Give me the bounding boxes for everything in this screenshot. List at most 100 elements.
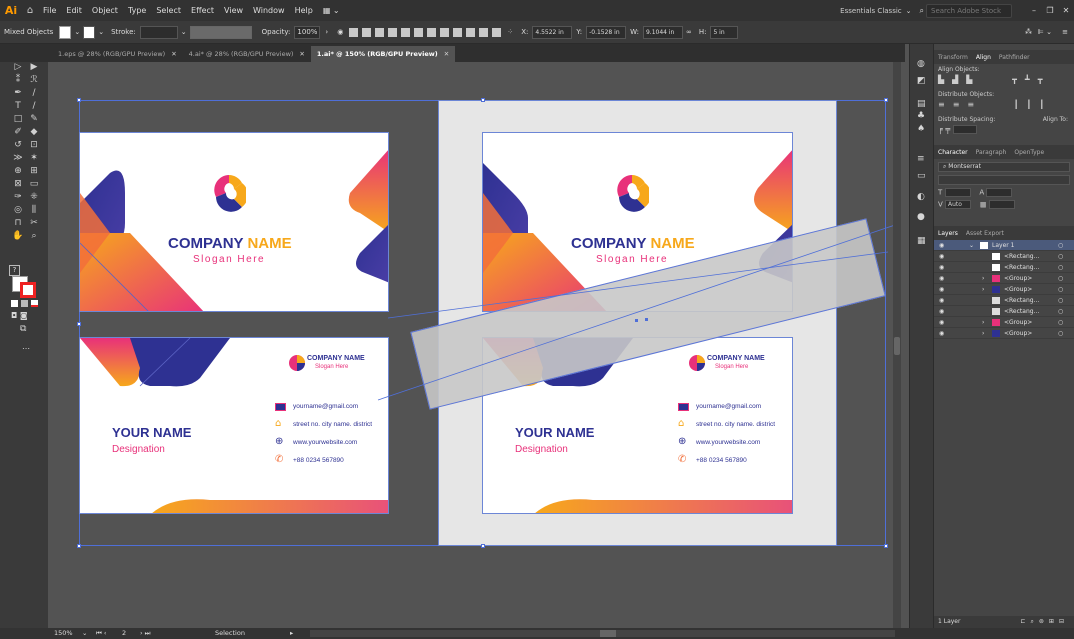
workspace-switcher[interactable]: Essentials Classic (840, 7, 901, 15)
tab-4ai[interactable]: 4.ai* @ 28% (RGB/GPU Preview) ✕ (183, 46, 311, 62)
align-left-icon[interactable] (349, 27, 359, 37)
target-icon[interactable]: ○ (1058, 284, 1063, 295)
reference-point-icon[interactable]: ⁘ (507, 28, 513, 36)
width-tool-icon[interactable]: ≫ (12, 153, 24, 163)
home-icon[interactable]: ⌂ (22, 5, 38, 16)
layer-row[interactable]: ◉ <Rectang... ○ (934, 262, 1074, 273)
target-icon[interactable]: ○ (1058, 317, 1063, 328)
resize-handle[interactable] (481, 544, 485, 548)
align-right-icon[interactable] (375, 27, 385, 37)
line-tool-icon[interactable]: / (28, 101, 40, 111)
font-style-field[interactable] (938, 175, 1070, 185)
chevron-right-icon[interactable]: › (982, 317, 984, 328)
graphic-styles-icon[interactable]: ♠ (917, 124, 925, 134)
resize-handle[interactable] (77, 544, 81, 548)
shape-builder-tool-icon[interactable]: ⊕ (12, 166, 24, 176)
horizontal-scrollbar[interactable] (310, 630, 895, 637)
eraser-tool-icon[interactable]: ◆ (28, 127, 40, 137)
selection-tool-icon[interactable]: ▷ (12, 62, 24, 72)
mesh-tool-icon[interactable]: ⊠ (12, 179, 24, 189)
gradient-tool-icon[interactable]: ▭ (28, 179, 40, 189)
tab-transform[interactable]: Transform (934, 54, 972, 61)
layer-row[interactable]: ◉ <Rectang... ○ (934, 251, 1074, 262)
kerning-field[interactable]: Auto (945, 200, 972, 209)
rectangle-tool-icon[interactable]: □ (12, 114, 24, 124)
layer-row[interactable]: ◉ <Rectang... ○ (934, 295, 1074, 306)
chevron-right-icon[interactable]: › (982, 273, 984, 284)
layer-actions-icons[interactable]: ⊏⌕⊚⊞⊟ (1021, 616, 1069, 628)
distribute-middle-icon[interactable] (440, 27, 450, 37)
appearance-icon[interactable]: ◐ (917, 192, 925, 202)
chevron-down-icon[interactable]: ⌄ (906, 7, 912, 15)
leading-field[interactable] (988, 200, 1015, 209)
business-card-front-left[interactable]: COMPANY NAME Slogan Here (79, 132, 389, 312)
layer-row[interactable]: ◉ › <Group> ○ (934, 284, 1074, 295)
menu-select[interactable]: Select (151, 6, 186, 15)
image-trace-icon[interactable]: ◩ (917, 76, 926, 86)
layer-row[interactable]: ◉ › <Group> ○ (934, 328, 1074, 339)
artboards-icon[interactable]: ▦ (917, 236, 926, 246)
font-family-field[interactable]: ⌕ Montserrat (938, 162, 1070, 172)
tab-1eps[interactable]: 1.eps @ 28% (RGB/GPU Preview) ✕ (52, 46, 183, 62)
next-artboard-icon[interactable]: › ⏭ (140, 628, 151, 639)
menu-file[interactable]: File (38, 6, 61, 15)
tab-align[interactable]: Align (972, 54, 995, 61)
h-field[interactable]: 5 in (710, 25, 739, 39)
perspective-grid-tool-icon[interactable]: ⊞ (28, 166, 40, 176)
distribute-left-icon[interactable] (466, 27, 476, 37)
artboard-number[interactable]: 2 (122, 628, 126, 639)
menu-view[interactable]: View (219, 6, 248, 15)
eye-icon[interactable]: ◉ (939, 251, 944, 262)
hand-tool-icon[interactable]: ✋ (12, 231, 24, 241)
first-artboard-icon[interactable]: ⏮ ‹ (96, 628, 107, 639)
arrange-documents-icon[interactable]: ▦ ⌄ (318, 6, 345, 15)
chevron-right-icon[interactable]: › (982, 328, 984, 339)
menu-help[interactable]: Help (290, 6, 318, 15)
chevron-right-icon[interactable]: › (325, 28, 328, 36)
blend-tool-icon[interactable]: ⁜ (28, 192, 40, 202)
eye-icon[interactable]: ◉ (939, 284, 944, 295)
resize-handle[interactable] (77, 98, 81, 102)
layer-row[interactable]: ◉ <Rectang... ○ (934, 306, 1074, 317)
tab-paragraph[interactable]: Paragraph (972, 149, 1011, 156)
symbols-icon[interactable]: ♣ (917, 111, 925, 121)
properties-icon[interactable]: ≡ (917, 154, 925, 164)
tab-asset-export[interactable]: Asset Export (962, 230, 1008, 237)
more-tools-icon[interactable]: ⋯ (22, 344, 30, 353)
distribute-bottom-icon[interactable] (453, 27, 463, 37)
none-mode-icon[interactable] (31, 300, 38, 307)
target-icon[interactable]: ○ (1058, 251, 1063, 262)
target-icon[interactable]: ○ (1058, 328, 1063, 339)
stroke-color-icon[interactable] (20, 282, 36, 298)
shaper-tool-icon[interactable]: ✐ (12, 127, 24, 137)
brushes-icon[interactable]: ▤ (917, 99, 926, 109)
y-field[interactable]: -0.1528 in (586, 25, 627, 39)
menu-icon[interactable]: ≡ (1062, 28, 1068, 36)
x-field[interactable]: 4.5522 in (532, 25, 573, 39)
edit-toolbar-icon[interactable]: ? (9, 265, 20, 276)
target-icon[interactable]: ○ (1058, 273, 1063, 284)
layer-row[interactable]: ◉ ⌄ Layer 1 ○ (934, 240, 1074, 251)
canvas[interactable]: COMPANY NAME Slogan Here COMPANY NAME Sl… (48, 62, 901, 628)
scale-tool-icon[interactable]: ⊡ (28, 140, 40, 150)
fill-swatch[interactable] (59, 25, 72, 39)
stroke-swatch[interactable] (83, 25, 96, 39)
zoom-tool-icon[interactable]: ⌕ (28, 231, 40, 241)
target-icon[interactable]: ○ (1058, 240, 1063, 251)
resize-handle[interactable] (481, 98, 485, 102)
layer-row[interactable]: ◉ › <Group> ○ (934, 317, 1074, 328)
chevron-down-icon[interactable]: ⌄ (82, 628, 87, 639)
eye-icon[interactable]: ◉ (939, 306, 944, 317)
panel-menu-icon[interactable]: ⊫ ⌄ (1038, 28, 1052, 36)
recolor-icon[interactable]: ◉ (337, 28, 343, 36)
target-icon[interactable]: ○ (1058, 295, 1063, 306)
draw-mode-icon[interactable]: ◘ ◙ (11, 311, 28, 320)
opacity-field[interactable]: 100% (294, 25, 321, 39)
layer-row[interactable]: ◉ › <Group> ○ (934, 273, 1074, 284)
lasso-tool-icon[interactable]: ℛ (28, 75, 40, 85)
puppet-warp-tool-icon[interactable]: ✶ (28, 153, 40, 163)
transparency-icon[interactable]: ● (917, 212, 925, 222)
vertical-scroll-thumb[interactable] (894, 337, 900, 355)
pen-tool-icon[interactable]: ✒ (12, 88, 24, 98)
align-top-icon[interactable] (388, 27, 398, 37)
